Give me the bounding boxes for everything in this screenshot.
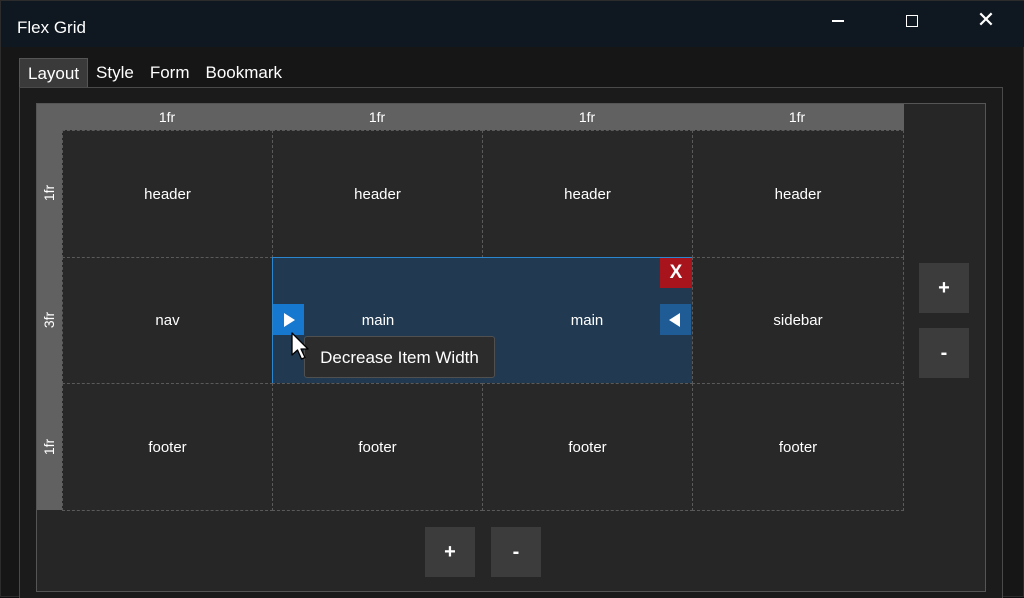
grid-cell-footer[interactable]: footer [692, 383, 904, 511]
column-header-bar: 1fr 1fr 1fr 1fr [37, 104, 904, 130]
minimize-icon [832, 20, 844, 22]
remove-row-button[interactable]: - [919, 328, 969, 378]
decrease-width-button[interactable] [273, 304, 304, 335]
tab-form[interactable]: Form [142, 58, 198, 87]
column-size-label[interactable]: 1fr [62, 104, 272, 130]
increase-width-button[interactable] [660, 304, 691, 335]
tab-style[interactable]: Style [88, 58, 142, 87]
mouse-cursor-icon [291, 332, 309, 360]
tooltip: Decrease Item Width [304, 336, 495, 378]
grid-cell-header[interactable]: header [482, 130, 693, 258]
column-size-label[interactable]: 1fr [692, 104, 902, 130]
play-right-icon [284, 312, 295, 327]
minimize-button[interactable] [809, 1, 867, 41]
close-button[interactable]: ✕ [957, 1, 1015, 41]
grid-cell-sidebar[interactable]: sidebar [692, 257, 904, 384]
close-icon: ✕ [976, 8, 996, 33]
tab-bookmark[interactable]: Bookmark [198, 58, 291, 87]
remove-column-button[interactable]: - [491, 527, 541, 577]
maximize-button[interactable] [883, 1, 941, 41]
row-size-label[interactable]: 3fr [37, 300, 62, 340]
row-size-label[interactable]: 1fr [37, 173, 62, 213]
grid-cell-header[interactable]: header [692, 130, 904, 258]
grid-cell-footer[interactable]: footer [482, 383, 693, 511]
title-bar[interactable]: Flex Grid ✕ [1, 1, 1024, 47]
grid-cell-nav[interactable]: nav [62, 257, 273, 384]
column-size-label[interactable]: 1fr [272, 104, 482, 130]
tab-bar: Layout Style Form Bookmark [19, 58, 290, 87]
remove-item-button[interactable]: X [660, 258, 692, 288]
grid-cell-header[interactable]: header [62, 130, 273, 258]
add-row-button[interactable]: + [919, 263, 969, 313]
row-header-bar: 1fr 3fr 1fr [37, 104, 62, 510]
window-title: Flex Grid [17, 18, 86, 37]
grid-cell-footer[interactable]: footer [272, 383, 483, 511]
add-column-button[interactable]: + [425, 527, 475, 577]
row-size-label[interactable]: 1fr [37, 427, 62, 467]
grid-cell-header[interactable]: header [272, 130, 483, 258]
column-size-label[interactable]: 1fr [482, 104, 692, 130]
grid-cell-footer[interactable]: footer [62, 383, 273, 511]
app-window: Flex Grid ✕ Layout Style Form Bookmark 1… [0, 0, 1024, 598]
maximize-icon [906, 15, 918, 27]
play-left-icon [669, 312, 680, 327]
tab-layout[interactable]: Layout [19, 58, 89, 87]
